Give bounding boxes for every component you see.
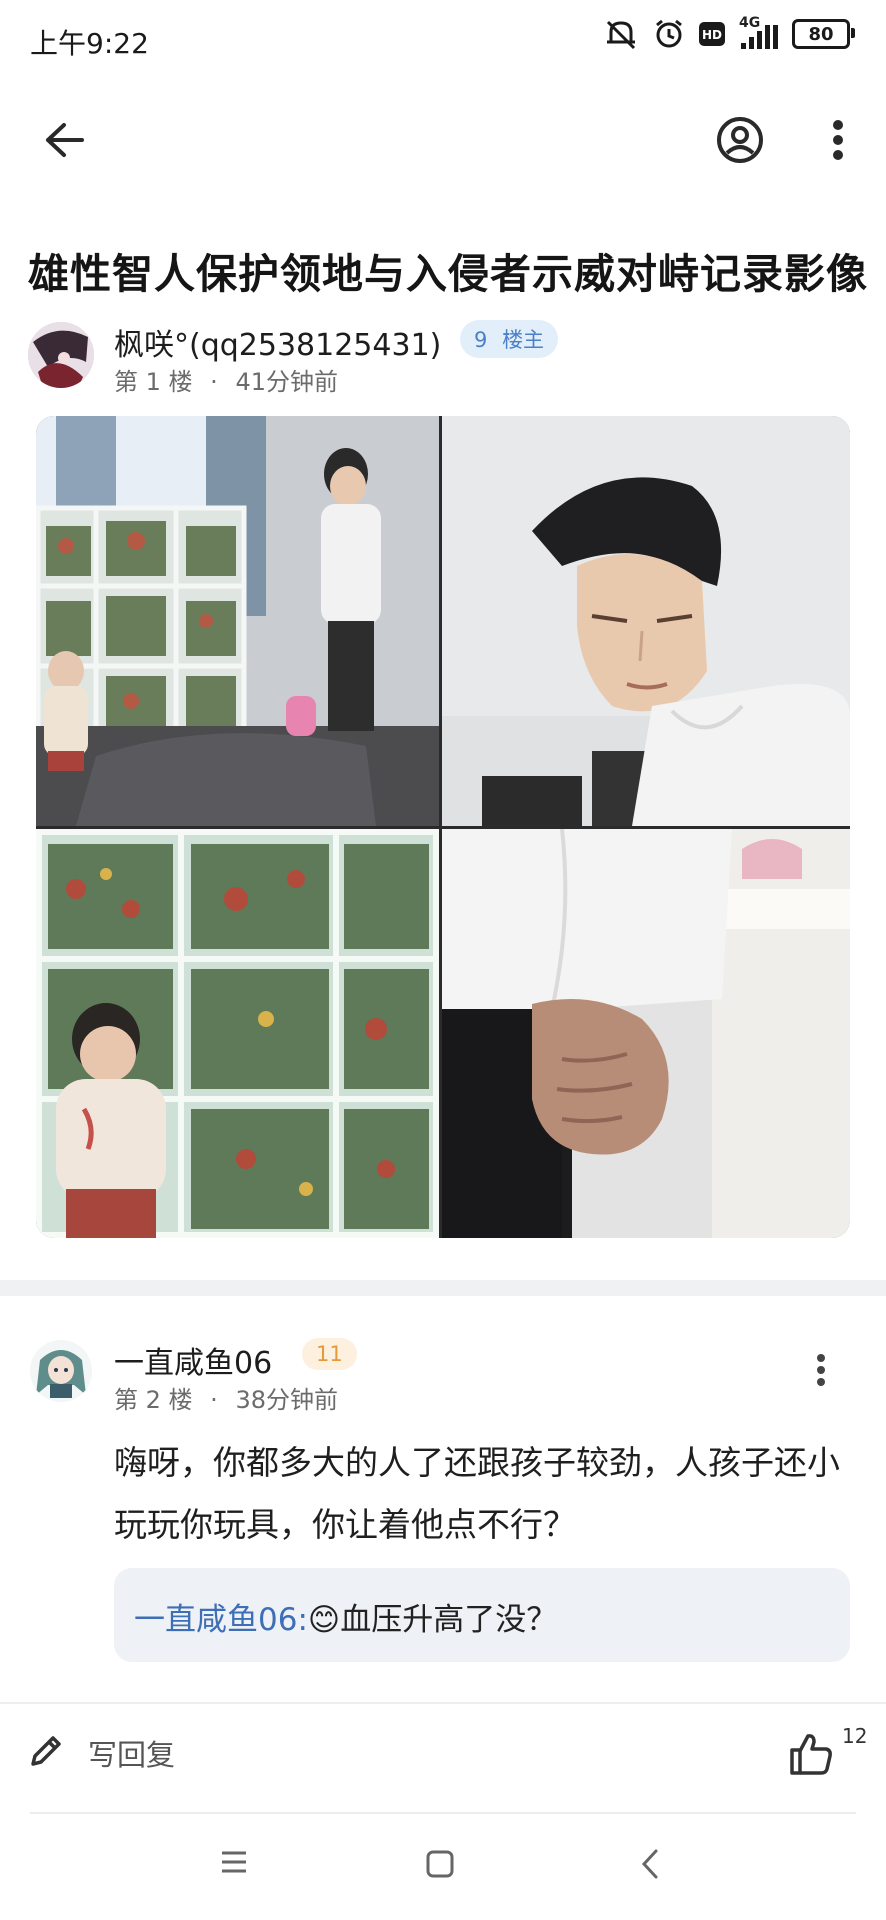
- reply-author-name[interactable]: 一直咸鱼06: [114, 1338, 272, 1382]
- pencil-icon: [28, 1733, 64, 1773]
- reply-avatar[interactable]: [30, 1340, 92, 1402]
- thumbs-up-icon: [788, 1734, 834, 1780]
- hd-icon: HD: [699, 22, 725, 46]
- mute-icon: [603, 18, 639, 50]
- photo-toddler-shelf: [36, 829, 439, 1238]
- post-time: 41分钟前: [235, 368, 338, 396]
- more-vertical-icon: [832, 120, 844, 164]
- battery-level: 80: [808, 23, 834, 45]
- reply-time: 38分钟前: [235, 1386, 338, 1414]
- author-level-badge: 9 楼主: [460, 320, 559, 358]
- profile-icon: [716, 116, 764, 168]
- author-avatar[interactable]: [28, 322, 94, 388]
- section-divider: [0, 1280, 886, 1296]
- profile-button[interactable]: [712, 114, 768, 170]
- status-bar: 上午9:22 HD 4G 80: [0, 0, 886, 80]
- write-reply-button[interactable]: 写回复: [28, 1732, 175, 1774]
- top-bar: [0, 100, 886, 184]
- sub-reply-quote[interactable]: 一直咸鱼06:😊血压升高了没？: [114, 1568, 850, 1662]
- chevron-left-icon: [640, 1849, 660, 1884]
- sub-reply-text-line: 一直咸鱼06:😊血压升高了没？: [134, 1594, 557, 1639]
- author-name[interactable]: 枫咲°(qq2538125431): [114, 320, 441, 364]
- home-nav-button[interactable]: [426, 1850, 454, 1882]
- status-icons: HD 4G 80: [603, 15, 855, 50]
- photo-clenched-fist: [442, 829, 850, 1238]
- write-reply-label: 写回复: [88, 1738, 176, 1772]
- battery-icon: 80: [792, 19, 855, 49]
- author-level: 9: [474, 328, 488, 352]
- post-title: 雄性智人保护领地与入侵者示威对峙记录影像: [28, 250, 868, 298]
- like-button[interactable]: [788, 1732, 848, 1786]
- post-meta: 第 1 楼 · 41分钟前: [114, 368, 338, 396]
- menu-nav-button[interactable]: [220, 1850, 248, 1878]
- reply-level-badge: 11: [302, 1338, 357, 1370]
- like-count: 12: [842, 1724, 868, 1748]
- status-time: 上午9:22: [30, 27, 149, 60]
- reply-floor: 第 2 楼: [114, 1386, 193, 1414]
- photo-room-scene: [36, 416, 439, 826]
- smile-emoji-icon: 😊: [307, 1602, 341, 1638]
- network-type: 4G: [739, 15, 761, 31]
- menu-icon: [220, 1851, 248, 1878]
- post-image[interactable]: [36, 416, 850, 1238]
- photo-man-face: [442, 416, 850, 826]
- reply-more-button[interactable]: [806, 1352, 836, 1392]
- reply-level: 11: [316, 1342, 343, 1366]
- author-role: 楼主: [502, 328, 545, 352]
- reply-meta: 第 2 楼 · 38分钟前: [114, 1386, 338, 1414]
- svg-text:HD: HD: [702, 28, 722, 42]
- alarm-icon: [653, 18, 685, 50]
- nav-divider: [30, 1812, 856, 1814]
- sub-reply-author[interactable]: 一直咸鱼06:: [134, 1602, 308, 1638]
- reply-content: 嗨呀，你都多大的人了还跟孩子较劲，人孩子还小玩玩你玩具，你让着他点不行？: [114, 1443, 840, 1544]
- post-floor: 第 1 楼: [114, 368, 193, 396]
- signal-icon: 4G: [739, 15, 778, 49]
- bottom-action-bar: 写回复 12: [0, 1704, 886, 1814]
- sub-reply-text: 血压升高了没？: [340, 1602, 558, 1638]
- more-vertical-icon: [816, 1354, 826, 1390]
- square-icon: [426, 1850, 454, 1882]
- back-arrow-icon: [44, 122, 84, 162]
- back-nav-button[interactable]: [640, 1848, 660, 1884]
- more-button[interactable]: [814, 114, 862, 170]
- back-button[interactable]: [36, 116, 92, 168]
